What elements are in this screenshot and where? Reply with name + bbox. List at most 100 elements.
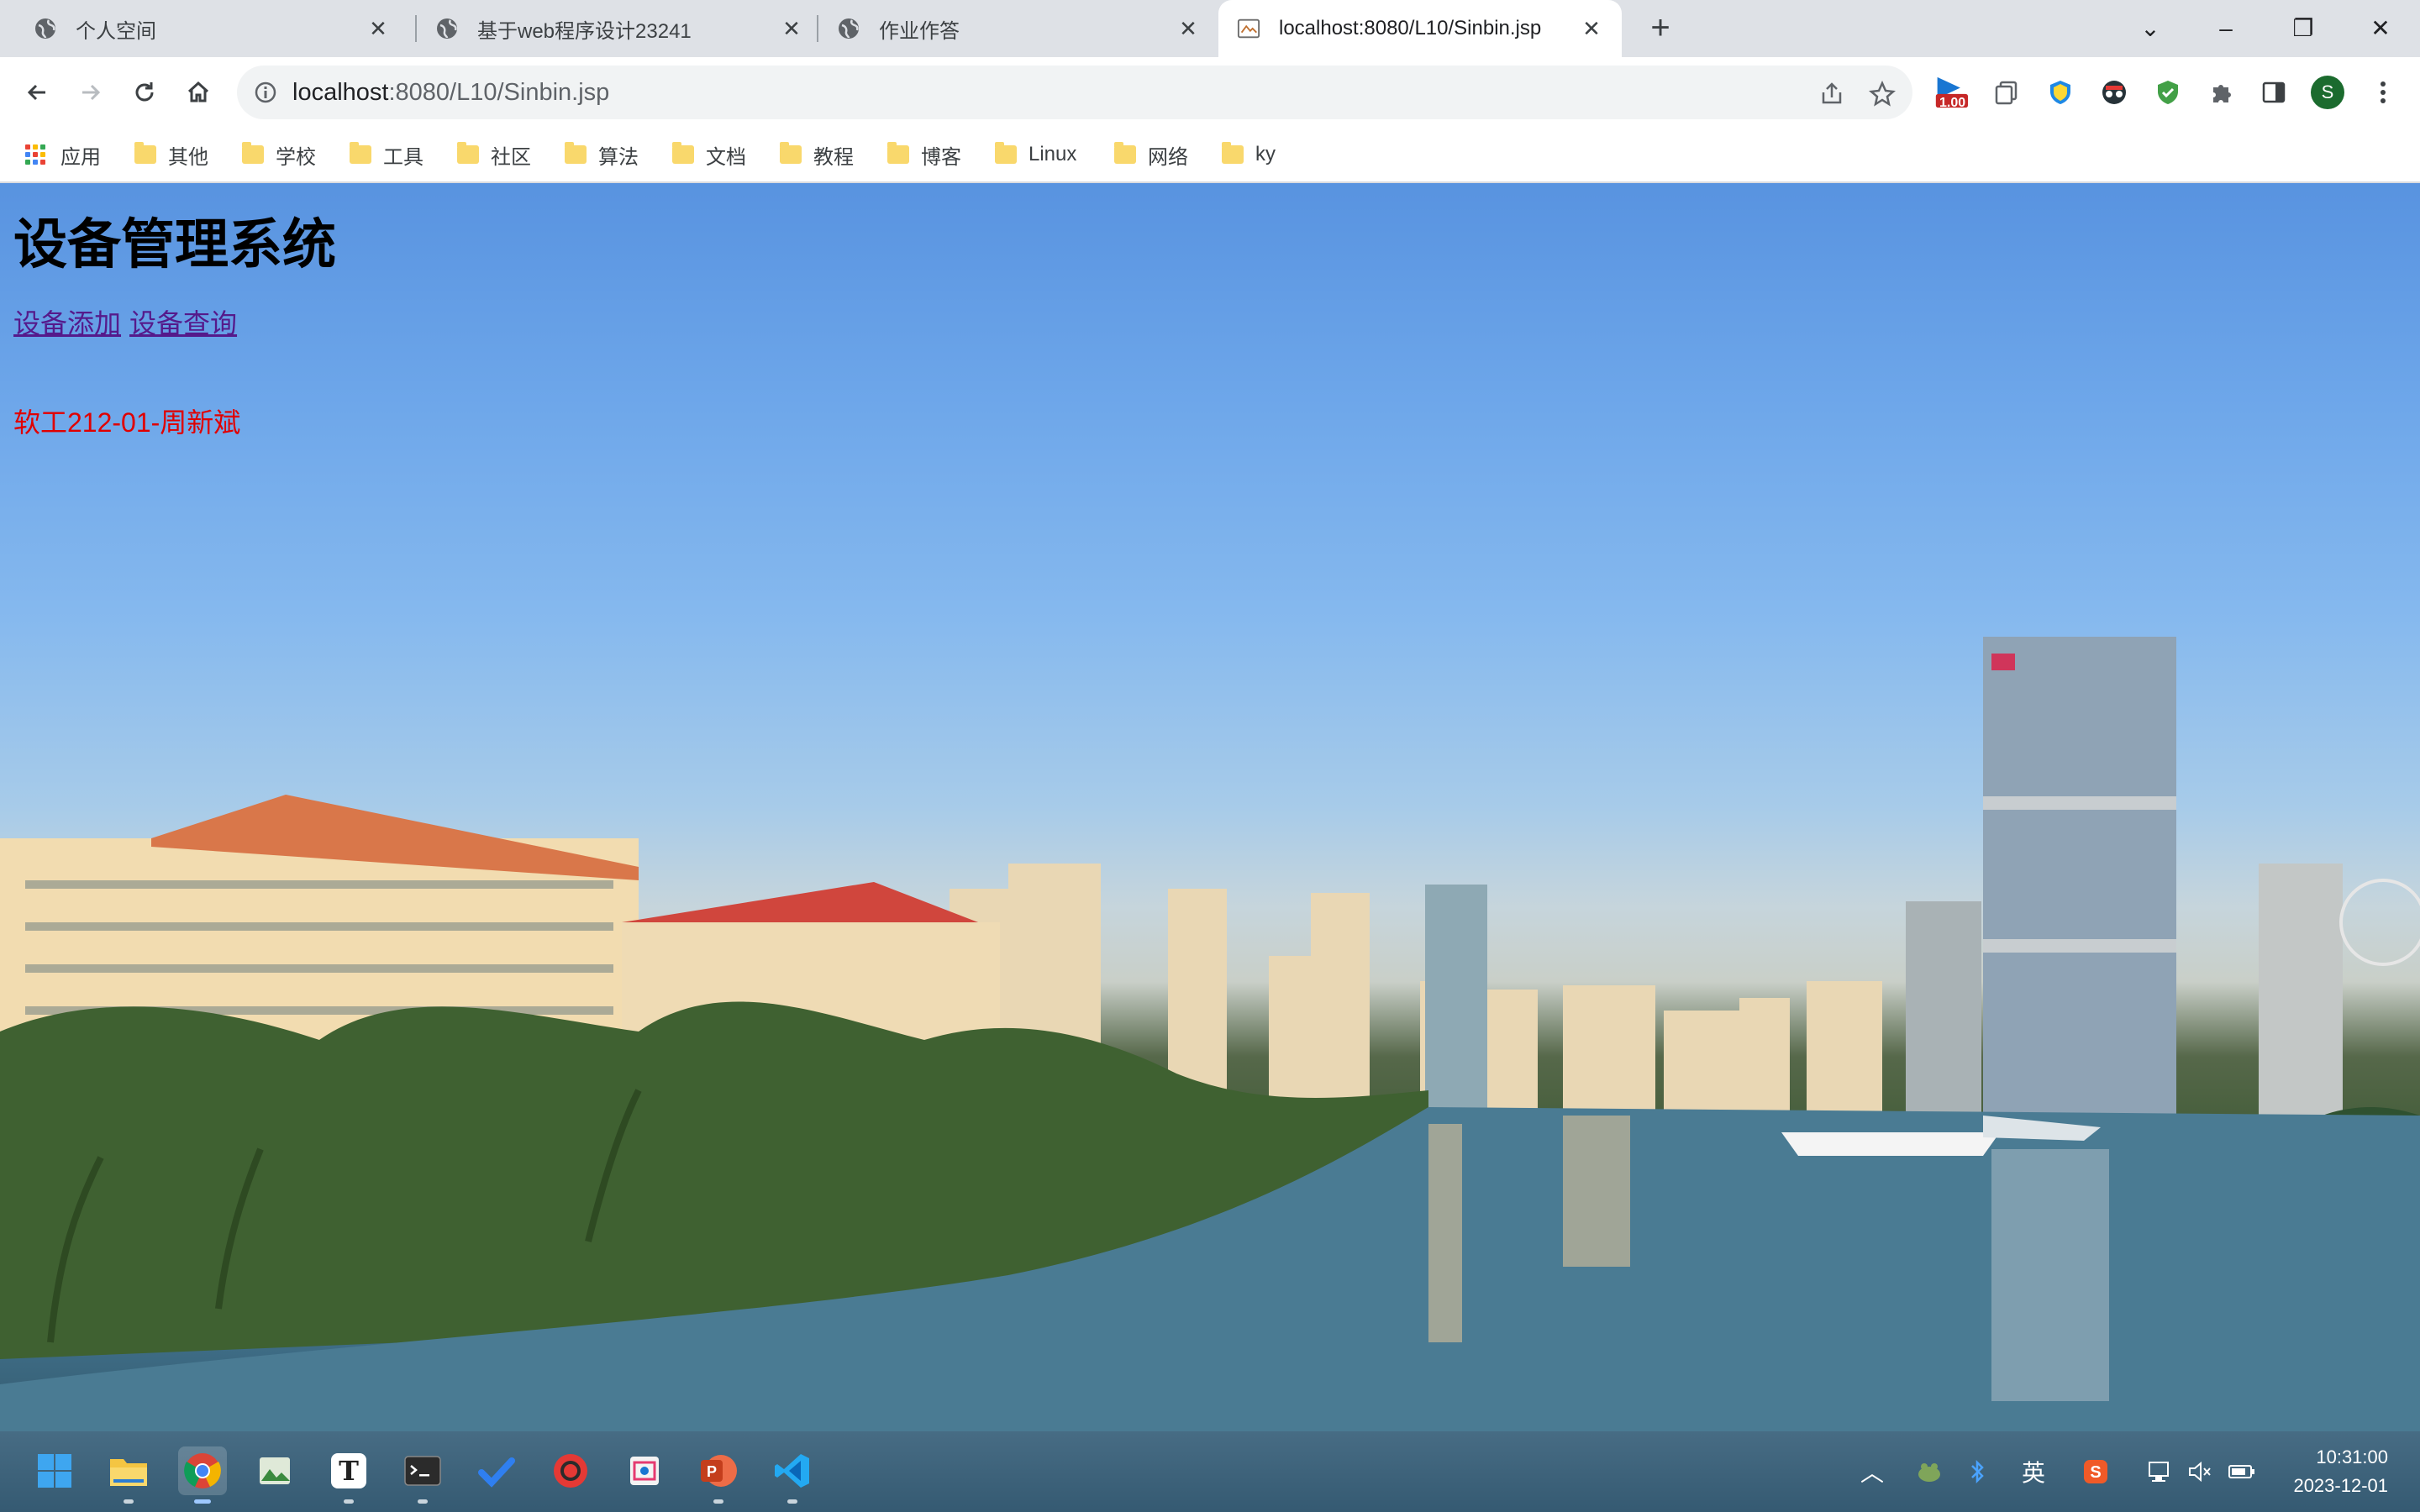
kebab-menu-icon xyxy=(2381,81,2386,103)
system-clock[interactable]: 10:31:00 2023-12-01 xyxy=(2293,1443,2388,1500)
folder-icon xyxy=(1222,142,1244,164)
puzzle-icon xyxy=(2213,85,2231,102)
restore-button[interactable]: ❐ xyxy=(2282,8,2324,49)
extension-copy[interactable] xyxy=(1990,72,2023,113)
bookmark-apps[interactable]: 应用 xyxy=(25,128,101,181)
taskbar-vscode[interactable] xyxy=(768,1446,817,1504)
chrome-icon xyxy=(184,1453,221,1488)
terminal-icon xyxy=(404,1456,441,1486)
bookmark-folder[interactable]: 社区 xyxy=(457,128,531,181)
taskbar-file-explorer[interactable] xyxy=(104,1446,153,1504)
extension-incognito[interactable] xyxy=(2097,72,2131,113)
taskbar-todo[interactable] xyxy=(472,1446,521,1495)
bookmark-star-icon[interactable] xyxy=(1867,79,1897,109)
start-button[interactable] xyxy=(30,1446,79,1495)
tray-app-icon[interactable] xyxy=(1912,1455,1946,1488)
snip-icon xyxy=(630,1457,659,1485)
svg-text:P: P xyxy=(707,1463,717,1480)
profile-avatar[interactable]: S xyxy=(2311,72,2344,113)
taskbar-typora[interactable]: T xyxy=(324,1446,373,1504)
menu-button[interactable] xyxy=(2366,72,2400,113)
url-text[interactable]: localhost:8080/L10/Sinbin.jsp xyxy=(292,66,609,119)
arrow-right-icon xyxy=(82,84,101,101)
folder-icon xyxy=(565,142,587,164)
close-window-button[interactable]: ✕ xyxy=(2360,8,2402,49)
running-indicator xyxy=(713,1499,723,1504)
running-indicator xyxy=(344,1499,354,1504)
taskbar-recorder[interactable] xyxy=(546,1446,595,1495)
close-icon[interactable]: ✕ xyxy=(365,15,392,42)
bookmark-folder[interactable]: Linux xyxy=(995,128,1076,181)
tab-strip: 个人空间 ✕ 基于web程序设计23241 ✕ 作业作答 ✕ localhost… xyxy=(0,0,2420,57)
minimize-button[interactable]: – xyxy=(2205,8,2247,49)
copy-icon xyxy=(1995,81,2018,105)
query-device-link[interactable]: 设备查询 xyxy=(129,308,237,339)
balcony-line xyxy=(25,964,613,973)
extension-adguard[interactable] xyxy=(2151,72,2185,113)
taskbar-snipping[interactable] xyxy=(620,1446,669,1495)
bluetooth-icon[interactable] xyxy=(1963,1455,1993,1488)
checkmark-icon xyxy=(478,1457,515,1488)
running-indicator xyxy=(787,1499,797,1504)
extension-video-speed[interactable]: 1.00 xyxy=(1934,72,1968,113)
home-button[interactable] xyxy=(178,72,218,113)
page-title: 设备管理系统 xyxy=(13,214,336,275)
taskbar-powerpoint[interactable]: P xyxy=(694,1446,743,1504)
taskbar-chrome[interactable] xyxy=(178,1446,227,1504)
bookmark-folder[interactable]: 博客 xyxy=(887,128,961,181)
side-panel-button[interactable] xyxy=(2257,72,2291,113)
bookmark-folder[interactable]: 教程 xyxy=(780,128,854,181)
skyscraper-logo xyxy=(1991,654,2015,670)
network-icon[interactable] xyxy=(2144,1455,2175,1488)
taskbar-terminal[interactable] xyxy=(398,1446,447,1504)
extensions-button[interactable] xyxy=(2205,72,2238,113)
bookmark-label: 网络 xyxy=(1148,145,1188,169)
folder-icon xyxy=(887,142,909,164)
battery-icon[interactable] xyxy=(2225,1455,2259,1488)
folder-icon xyxy=(110,1459,147,1486)
close-icon[interactable]: ✕ xyxy=(1578,15,1605,42)
folder-icon xyxy=(672,142,694,164)
forward-button[interactable] xyxy=(71,72,111,113)
bookmark-folder[interactable]: 算法 xyxy=(565,128,639,181)
share-icon[interactable] xyxy=(1817,79,1847,109)
close-icon[interactable]: ✕ xyxy=(1175,15,1202,42)
extension-shield-blue[interactable] xyxy=(2044,72,2077,113)
windows-logo-icon xyxy=(38,1454,71,1488)
balcony-line xyxy=(25,880,613,889)
folder-icon xyxy=(242,142,264,164)
reload-button[interactable] xyxy=(124,72,165,113)
globe-icon xyxy=(435,17,459,40)
balcony-line xyxy=(25,922,613,931)
bookmark-label: 文档 xyxy=(706,145,746,169)
tab-web-course[interactable]: 基于web程序设计23241 ✕ xyxy=(402,0,822,57)
tray-overflow-chevron-icon[interactable]: ︿ xyxy=(1857,1455,1887,1488)
add-device-link[interactable]: 设备添加 xyxy=(13,308,121,339)
tab-sinbin-jsp[interactable]: localhost:8080/L10/Sinbin.jsp ✕ xyxy=(1218,0,1622,57)
taskbar-image-viewer[interactable] xyxy=(250,1446,299,1495)
back-button[interactable] xyxy=(17,72,57,113)
address-bar[interactable]: localhost:8080/L10/Sinbin.jsp xyxy=(237,66,1912,119)
bookmark-folder[interactable]: 其他 xyxy=(134,128,208,181)
bookmark-folder[interactable]: 文档 xyxy=(672,128,746,181)
bookmark-folder[interactable]: 工具 xyxy=(350,128,424,181)
input-method-indicator[interactable]: 英 xyxy=(2015,1455,2052,1488)
volume-muted-icon[interactable] xyxy=(2185,1455,2215,1488)
city-river-background xyxy=(0,637,2420,1431)
close-icon[interactable]: ✕ xyxy=(778,15,805,42)
info-icon[interactable] xyxy=(254,81,277,104)
arrow-left-icon xyxy=(27,84,45,101)
new-tab-button[interactable]: + xyxy=(1644,11,1677,45)
bookmark-label: 博客 xyxy=(921,145,961,169)
bookmark-label: 教程 xyxy=(813,145,854,169)
tab-search-icon[interactable]: ⌄ xyxy=(2129,8,2171,49)
frog-icon xyxy=(1918,1463,1940,1482)
bookmark-folder[interactable]: 学校 xyxy=(242,128,316,181)
bookmark-folder[interactable]: ky xyxy=(1222,128,1276,181)
bookmark-folder[interactable]: 网络 xyxy=(1114,128,1188,181)
tab-personal-space[interactable]: 个人空间 ✕ xyxy=(0,0,408,57)
running-indicator xyxy=(124,1499,134,1504)
running-indicator xyxy=(418,1499,428,1504)
sogou-input-icon[interactable]: S xyxy=(2079,1455,2112,1488)
tab-homework[interactable]: 作业作答 ✕ xyxy=(803,0,1218,57)
